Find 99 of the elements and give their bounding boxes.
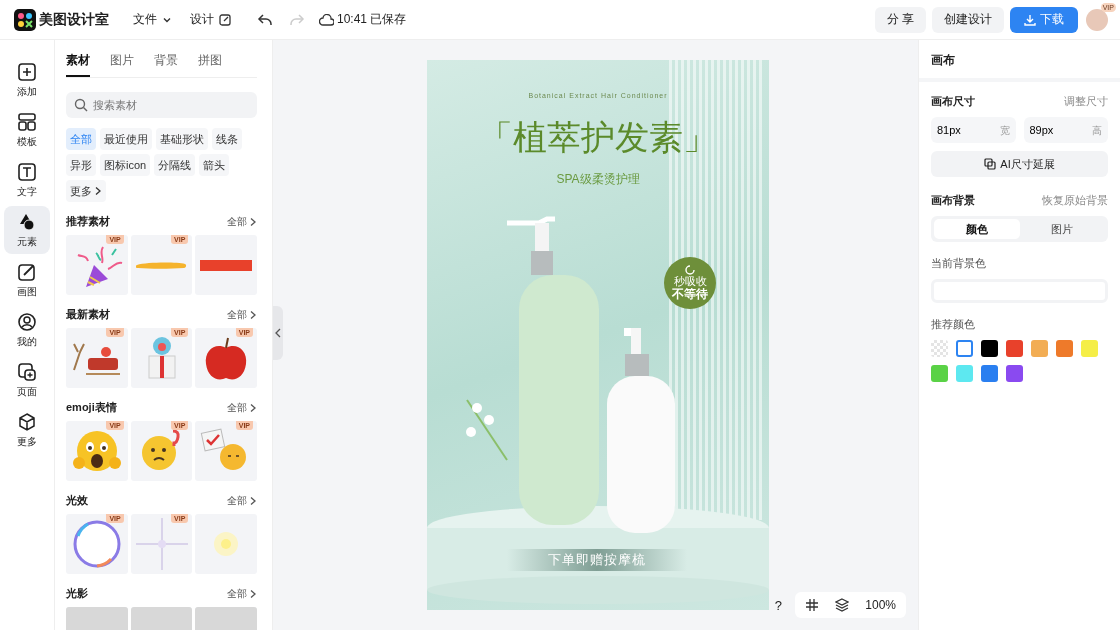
color-swatch[interactable] (1031, 340, 1048, 357)
segment-tab[interactable]: 图片 (1019, 219, 1105, 239)
promo-banner: 下单即赠按摩梳 (507, 549, 687, 571)
section-title: 光效 (66, 493, 88, 508)
filter-chip[interactable]: 基础形状 (156, 128, 208, 150)
poster-tagline: SPA级柔烫护理 (555, 171, 641, 188)
header-button[interactable]: 创建设计 (932, 6, 1004, 33)
resize-icon (984, 158, 997, 170)
sidebar-item[interactable]: 画图 (4, 256, 50, 304)
view-all-link[interactable]: 全部 (227, 214, 257, 229)
panel-tab[interactable]: 素材 (66, 48, 90, 77)
sidebar-item[interactable]: 我的 (4, 306, 50, 354)
panel-tab[interactable]: 背景 (154, 48, 178, 77)
brush-stroke-drawing (135, 261, 188, 269)
filter-chip[interactable]: 异形 (66, 154, 96, 176)
color-swatch[interactable] (931, 365, 948, 382)
collapse-handle[interactable] (273, 306, 283, 360)
search-icon (74, 98, 88, 112)
edit-icon (219, 13, 231, 26)
avatar[interactable] (1086, 8, 1108, 31)
download-button[interactable]: 下载 (1010, 6, 1078, 33)
cube-icon (17, 411, 37, 432)
filter-chip[interactable]: 更多 (66, 180, 106, 202)
user-icon (17, 311, 37, 332)
resize-link[interactable]: 调整尺寸 (1064, 94, 1108, 109)
view-all-link[interactable]: 全部 (227, 400, 257, 415)
help-button[interactable]: ? (769, 597, 788, 613)
asset-thumbnail[interactable] (195, 235, 257, 295)
panel-tab[interactable]: 拼图 (198, 48, 222, 77)
layers-icon[interactable] (835, 598, 850, 612)
panel-title: 画布 (919, 40, 1120, 82)
color-swatch[interactable] (1056, 340, 1073, 357)
search-field[interactable]: 搜索素材 (66, 92, 257, 118)
add-icon (17, 61, 37, 82)
transparent-swatch[interactable] (931, 340, 948, 357)
sidebar-item[interactable]: 文字 (4, 156, 50, 204)
download-icon (1024, 13, 1036, 26)
chevron-right-icon (94, 186, 102, 196)
section-label: 画布背景 (931, 193, 975, 208)
chevron-right-icon (249, 588, 257, 599)
chevron-right-icon (249, 495, 257, 506)
flower-drawing (466, 399, 508, 461)
asset-thumbnail[interactable] (195, 514, 257, 574)
chevron-right-icon (249, 216, 257, 227)
filter-chip[interactable]: 线条 (212, 128, 242, 150)
sidebar-item[interactable]: 模板 (4, 106, 50, 154)
section-title: 光影 (66, 586, 88, 601)
section-label: 画布尺寸 (931, 94, 975, 109)
color-swatch[interactable] (981, 340, 998, 357)
unit-label: 宽 (999, 124, 1010, 138)
ai-extend-button[interactable]: AI尺寸延展 (931, 151, 1108, 177)
badge-text: 不等待 (672, 288, 708, 301)
undo-icon[interactable] (257, 11, 273, 28)
view-all-link[interactable]: 全部 (227, 586, 257, 601)
cloud-icon (319, 13, 334, 26)
zoom-level-button[interactable]: 100% (865, 598, 896, 612)
view-all-link[interactable]: 全部 (227, 493, 257, 508)
app-logo-icon (14, 8, 36, 31)
save-status: 10:41 已保存 (337, 11, 407, 28)
app-name: 美图设计室 (39, 10, 109, 29)
page-icon (17, 361, 37, 382)
section-title: emoji表情 (66, 400, 117, 415)
field-label: 推荐颜色 (931, 317, 976, 332)
color-swatch[interactable] (1006, 340, 1023, 357)
poster-title: 「植萃护发素」 (478, 117, 718, 158)
draw-icon (17, 261, 37, 282)
sidebar-item[interactable]: 页面 (4, 356, 50, 404)
text-icon (17, 161, 37, 182)
color-swatch[interactable] (981, 365, 998, 382)
color-swatch[interactable] (1081, 340, 1098, 357)
view-all-link[interactable]: 全部 (227, 307, 257, 322)
chevron-right-icon (249, 402, 257, 413)
reset-background-link[interactable]: 恢复原始背景 (1042, 193, 1108, 208)
chevron-right-icon (249, 309, 257, 320)
filter-chip[interactable]: 分隔线 (154, 154, 196, 176)
filter-chip[interactable]: 箭头 (199, 154, 230, 176)
header-button[interactable]: 分 享 (874, 6, 926, 33)
sidebar-item[interactable]: 元素 (4, 206, 50, 254)
unit-label: 高 (1092, 124, 1102, 138)
color-swatch[interactable] (1006, 365, 1023, 382)
section-title: 最新素材 (66, 307, 110, 322)
template-icon (17, 111, 37, 132)
badge-text: 秒吸收 (673, 275, 707, 288)
design-menu[interactable]: 设计 (190, 11, 231, 28)
segment-tab[interactable]: 颜色 (934, 219, 1020, 239)
grid-icon[interactable] (805, 598, 820, 612)
filter-chip[interactable]: 最近使用 (100, 128, 152, 150)
color-swatch[interactable] (956, 365, 973, 382)
chevron-left-icon (275, 328, 281, 338)
panel-tab[interactable]: 图片 (110, 48, 134, 77)
refresh-icon (685, 265, 695, 275)
sidebar-item[interactable]: 添加 (4, 56, 50, 104)
sidebar-item[interactable]: 更多 (4, 406, 50, 454)
color-swatch[interactable] (956, 340, 973, 357)
section-title: 推荐素材 (66, 214, 110, 229)
filter-chip[interactable]: 图标icon (100, 154, 151, 176)
stripe-drawing (200, 259, 253, 271)
file-menu[interactable]: 文件 (133, 11, 172, 28)
field-label: 当前背景色 (931, 256, 987, 271)
